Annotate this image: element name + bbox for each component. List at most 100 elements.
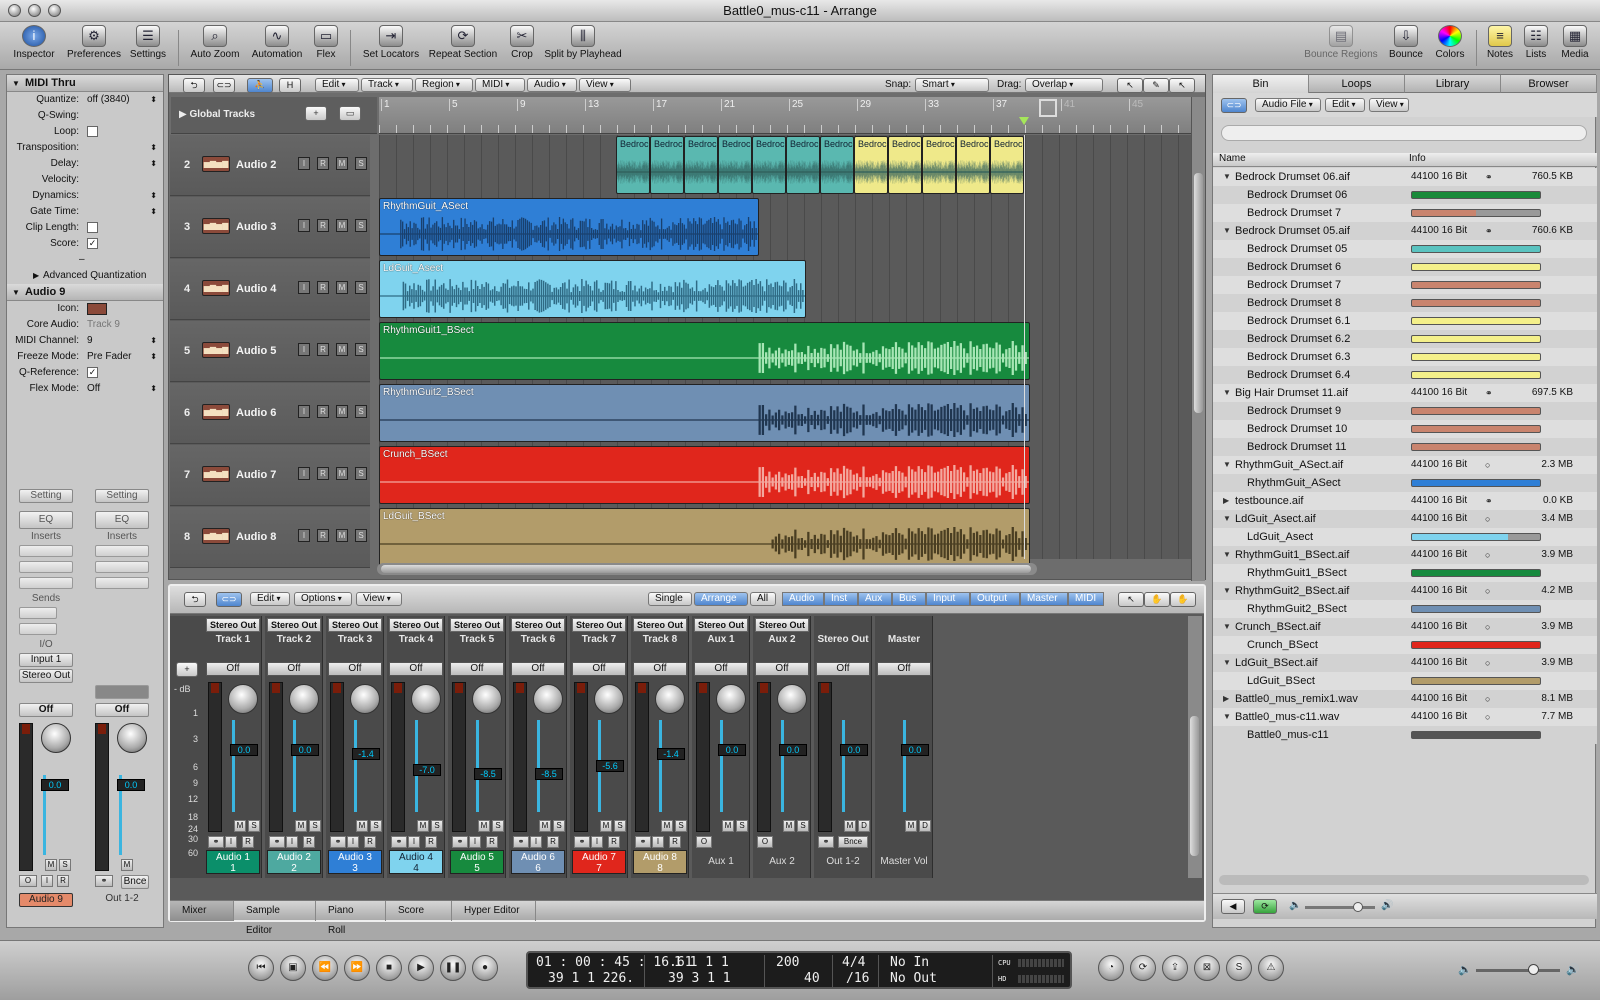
channel-solo-button[interactable]: S: [797, 820, 809, 832]
bin-tab-browser[interactable]: Browser: [1501, 75, 1597, 93]
settings-button[interactable]: ☰ Settings: [128, 25, 168, 60]
solo-button[interactable]: S: [355, 219, 367, 232]
disclosure-open-icon[interactable]: ▼: [1223, 168, 1231, 186]
stop-button[interactable]: ■: [376, 955, 402, 981]
strip1-eq-button[interactable]: EQ: [19, 511, 73, 529]
mute-button[interactable]: M: [336, 219, 348, 232]
bin-file-row[interactable]: RhythmGuit_ASect: [1213, 474, 1597, 492]
inspector-row[interactable]: Loop:: [7, 124, 163, 140]
solo-button[interactable]: S: [355, 467, 367, 480]
mute-button[interactable]: M: [336, 157, 348, 170]
channel-pan-knob[interactable]: [655, 684, 685, 714]
bin-file-row[interactable]: LdGuit_Asect: [1213, 528, 1597, 546]
cycle-button[interactable]: ⟳: [1130, 955, 1156, 981]
bin-tab-loops[interactable]: Loops: [1309, 75, 1405, 93]
bin-file-row[interactable]: Bedrock Drumset 8: [1213, 294, 1597, 312]
track-instrument-icon[interactable]: ▅▆▅▆: [202, 218, 230, 234]
input-selector[interactable]: Input 1: [19, 653, 73, 667]
solo-button[interactable]: S: [355, 281, 367, 294]
pointer-tool-icon[interactable]: ↖: [1117, 78, 1143, 93]
metronome-button[interactable]: ⚠: [1258, 955, 1284, 981]
channel-mute-button[interactable]: M: [417, 820, 429, 832]
add-track-icon[interactable]: +: [305, 106, 327, 121]
channel-output[interactable]: Stereo Out: [572, 618, 626, 632]
channel-input-monitor-button[interactable]: I: [286, 836, 298, 848]
bin-file-row[interactable]: ▼ RhythmGuit1_BSect.aif 44100 16 Bit ○ 3.9 M…: [1213, 546, 1597, 564]
channel-volume[interactable]: -1.4: [657, 748, 685, 760]
mixer-filter-output[interactable]: Output: [970, 592, 1020, 606]
bin-file-row[interactable]: ▶ Battle0_mus_remix1.wav 44100 16 Bit ○ 8.1 …: [1213, 690, 1597, 708]
bin-file-row[interactable]: ▶ testbounce.aif 44100 16 Bit ⚭ 0.0 KB: [1213, 492, 1597, 510]
track-instrument-icon[interactable]: ▅▆▅▆: [202, 404, 230, 420]
stepper-icon[interactable]: ⬍: [150, 333, 157, 349]
checkbox[interactable]: [87, 222, 98, 233]
inspector-row[interactable]: Gate Time: ⬍: [7, 204, 163, 220]
strip1-rec-arm-button[interactable]: R: [57, 875, 69, 887]
channel-rec-arm-button[interactable]: R: [608, 836, 620, 848]
channel-pan-knob[interactable]: [533, 684, 563, 714]
editor-tab-hyper-editor[interactable]: Hyper Editor: [452, 901, 536, 921]
inspector-row[interactable]: Q-Reference: ✓: [7, 365, 163, 381]
solo-button[interactable]: S: [355, 157, 367, 170]
disclosure-closed-icon[interactable]: ▶: [1223, 690, 1229, 708]
zoom-window-button[interactable]: [48, 4, 61, 17]
channel-volume[interactable]: -8.5: [535, 768, 563, 780]
bin-file-row[interactable]: Bedrock Drumset 9: [1213, 402, 1597, 420]
mute-button[interactable]: M: [336, 405, 348, 418]
rewind-button[interactable]: ⏪: [312, 955, 338, 981]
hide-tracks-button[interactable]: H: [279, 78, 301, 93]
track-name[interactable]: Audio 4: [236, 283, 276, 295]
inspector-row[interactable]: Quantize: off (3840) ⬍: [7, 92, 163, 108]
cycle-marker[interactable]: [1039, 99, 1057, 117]
channel-fader[interactable]: [537, 720, 540, 812]
channel-input-monitor-button[interactable]: I: [591, 836, 603, 848]
inspector-row[interactable]: Flex Mode: Off ⬍: [7, 381, 163, 397]
channel-volume[interactable]: -1.4: [352, 748, 380, 760]
bin-file-row[interactable]: RhythmGuit2_BSect: [1213, 600, 1597, 618]
channel-fader[interactable]: [842, 720, 845, 812]
track-header[interactable]: 4 ▅▆▅▆ Audio 4 IRMS: [170, 259, 370, 320]
channel-solo-button[interactable]: S: [248, 820, 260, 832]
bounce-button[interactable]: ⇩ Bounce: [1386, 25, 1426, 60]
track-name[interactable]: Audio 8: [236, 531, 276, 543]
inspector-row-value[interactable]: 9: [87, 333, 93, 349]
inspector-row[interactable]: Transposition: ⬍: [7, 140, 163, 156]
checkbox[interactable]: ✓: [87, 367, 98, 378]
bin-horizontal-scrollbar[interactable]: [1219, 875, 1589, 885]
stepper-icon[interactable]: ⬍: [150, 381, 157, 397]
track-header[interactable]: 7 ▅▆▅▆ Audio 7 IRMS: [170, 445, 370, 506]
solo-button[interactable]: S: [355, 405, 367, 418]
audio-region[interactable]: RhythmGuit1_BSect: [379, 322, 1030, 380]
channel-record-button[interactable]: ⚭: [330, 836, 346, 848]
track-instrument-icon[interactable]: ▅▆▅▆: [202, 528, 230, 544]
channel-solo-button[interactable]: S: [492, 820, 504, 832]
inspector-row[interactable]: Score: ✓: [7, 236, 163, 252]
channel-solo-button[interactable]: D: [858, 820, 870, 832]
crop-button[interactable]: ✂ Crop: [506, 25, 538, 60]
bin-menu-audio-file[interactable]: Audio File: [1255, 98, 1321, 112]
channel-input-monitor-button[interactable]: I: [347, 836, 359, 848]
channel-automation-off[interactable]: Off: [511, 662, 565, 676]
strip1-solo-button[interactable]: S: [59, 859, 71, 871]
channel-output[interactable]: Stereo Out: [267, 618, 321, 632]
bin-file-row[interactable]: Bedrock Drumset 06: [1213, 186, 1597, 204]
channel-record-button[interactable]: ⚭: [269, 836, 285, 848]
bin-menu-edit[interactable]: Edit: [1325, 98, 1365, 112]
go-to-position-button[interactable]: ▣: [280, 955, 306, 981]
bin-file-row[interactable]: ▼ Bedrock Drumset 05.aif 44100 16 Bit ⚭ 760.…: [1213, 222, 1597, 240]
channel-fader[interactable]: [293, 720, 296, 812]
strip2-pan-knob[interactable]: [117, 723, 147, 753]
inspector-row-value[interactable]: Pre Fader: [87, 349, 131, 365]
channel-automation-off[interactable]: Off: [328, 662, 382, 676]
channel-solo-button[interactable]: S: [431, 820, 443, 832]
track-header[interactable]: 3 ▅▆▅▆ Audio 3 IRMS: [170, 197, 370, 258]
track-header[interactable]: 2 ▅▆▅▆ Audio 2 IRMS: [170, 135, 370, 196]
audio-region[interactable]: Crunch_BSect: [379, 446, 1030, 504]
disclosure-open-icon[interactable]: ▼: [1223, 384, 1231, 402]
bin-file-row[interactable]: ▼ Bedrock Drumset 06.aif 44100 16 Bit ⚭ 760.…: [1213, 168, 1597, 186]
audio-region[interactable]: LdGuit_Asect: [379, 260, 806, 318]
solo-button[interactable]: S: [355, 529, 367, 542]
channel-solo-button[interactable]: S: [553, 820, 565, 832]
bin-file-row[interactable]: ▼ Big Hair Drumset 11.aif 44100 16 Bit ⚭ 697…: [1213, 384, 1597, 402]
channel-link-button[interactable]: O: [696, 836, 712, 848]
